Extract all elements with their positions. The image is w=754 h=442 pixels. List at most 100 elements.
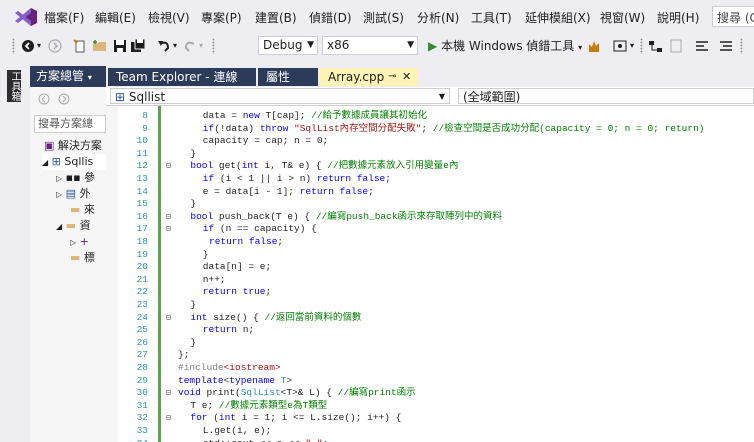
forward-icon[interactable] [58, 93, 70, 105]
code-line[interactable]: 31 T e; //數據元素類型e為T類型 [106, 400, 754, 412]
menu-analyze[interactable]: 分析(N) [417, 9, 459, 26]
code-line[interactable]: 13 if (i < 1 || i > n) return false; [106, 173, 754, 185]
dropdown-icon[interactable]: ▾ [630, 37, 634, 55]
code-line[interactable]: 15} [106, 198, 754, 210]
menu-edit[interactable]: 編輯(E) [95, 9, 136, 26]
toolbar-grip[interactable] [640, 38, 643, 54]
menu-debug[interactable]: 偵錯(D) [309, 9, 352, 26]
code-token: return false [299, 185, 369, 197]
code-line[interactable]: 33 L.get(i, e); [106, 425, 754, 437]
menu-extensions[interactable]: 延伸模組(X) [525, 9, 591, 26]
flame-icon[interactable] [586, 38, 602, 54]
code-token: " " [305, 438, 322, 442]
collapse-icon[interactable]: ⊟ [166, 412, 171, 424]
collapse-icon[interactable]: ⊟ [166, 211, 171, 223]
menu-view[interactable]: 檢視(V) [148, 9, 190, 26]
toolbox-tab[interactable]: 工具箱 [7, 70, 21, 102]
search-input[interactable]: 搜尋 (Ct [712, 6, 754, 27]
code-line[interactable]: 21 n++; [106, 274, 754, 286]
code-line[interactable]: 11} [106, 148, 754, 160]
line-number: 10 [136, 135, 148, 147]
new-item-icon[interactable] [72, 38, 88, 54]
undo-dropdown-icon[interactable]: ▾ [173, 37, 177, 55]
code-editor[interactable]: 8 data = new T[cap]; //給予數據成員讓其初始化 9 if(!da… [106, 106, 754, 442]
code-line[interactable]: 16 ⊟ bool push_back(T e) { //編寫push_back函示… [106, 211, 754, 223]
code-line[interactable]: 22 return true; [106, 286, 754, 298]
code-line[interactable]: 29 template<typename T> [106, 375, 754, 387]
open-folder-icon[interactable] [92, 38, 108, 54]
code-line[interactable]: 18 return false; [106, 236, 754, 248]
hierarchy-icon[interactable] [648, 38, 664, 54]
start-debugging-button[interactable]: ▶ 本機 Windows 偵錯工具 ▾ [428, 37, 582, 55]
collapse-icon[interactable]: ⊟ [166, 387, 171, 399]
code-text: template<typename T> [178, 375, 292, 387]
platform-dropdown[interactable]: x86 ▼ [322, 36, 418, 55]
code-line[interactable]: 27}; [106, 349, 754, 361]
tab-array-cpp[interactable]: Array.cpp ⊸ ✕ [320, 68, 418, 86]
code-line[interactable]: 34 std::cout << e << " "; [106, 438, 754, 442]
solution-explorer-title[interactable]: 方案總管 ▾ [30, 66, 106, 87]
code-line[interactable]: 10 capacity = cap; n = 0; [106, 135, 754, 147]
global-scope-dropdown[interactable]: (全域範圍) [458, 88, 754, 104]
back-icon[interactable] [38, 93, 50, 105]
back-dropdown-icon[interactable]: ▾ [37, 37, 41, 55]
redo-dropdown-icon[interactable]: ▾ [199, 37, 203, 55]
configuration-dropdown[interactable]: Debug ▼ [258, 36, 318, 55]
code-token: ; [368, 185, 374, 197]
toolbar-grip[interactable] [740, 38, 743, 54]
code-line[interactable]: 23} [106, 299, 754, 311]
save-icon[interactable] [112, 38, 128, 54]
code-token: }; [178, 349, 190, 361]
collapse-icon[interactable]: ⊟ [166, 223, 171, 235]
menu-file[interactable]: 檔案(F) [44, 9, 84, 26]
bookmark-icon[interactable] [668, 38, 684, 54]
solution-search-input[interactable]: 搜尋方案總 [34, 115, 106, 133]
code-line[interactable]: 12 ⊟ bool get(int i, T& e) { //把數據元素放入引用變量… [106, 160, 754, 172]
tab-properties[interactable]: 屬性 [258, 68, 318, 86]
uncomment-icon[interactable] [718, 38, 734, 54]
code-line[interactable]: 17 ⊟ if (n == capacity) { [106, 223, 754, 235]
code-line[interactable]: 26} [106, 337, 754, 349]
code-line[interactable]: 28 #include<iostream> [106, 362, 754, 374]
code-line[interactable]: 30 ⊟ void print(SqlList<T>& L) { //編寫print… [106, 387, 754, 399]
code-token: new [242, 110, 266, 121]
menu-project[interactable]: 專案(P) [201, 9, 242, 26]
code-line[interactable]: 8 data = new T[cap]; //給予數據成員讓其初始化 [106, 110, 754, 122]
pin-icon[interactable]: ⊸ [388, 68, 396, 86]
code-line[interactable]: 19} [106, 249, 754, 261]
code-line[interactable]: 25 return n; [106, 324, 754, 336]
code-token: T e; [190, 399, 219, 411]
collapse-icon[interactable]: ⊟ [166, 312, 171, 324]
project-icon: ⊞ [115, 90, 126, 104]
code-line[interactable]: 32 ⊟ for (int i = 1; i <= L.size(); i++) { [106, 412, 754, 424]
undo-icon[interactable] [156, 38, 172, 54]
redo-icon[interactable] [182, 38, 198, 54]
code-line[interactable]: 14 e = data[i - 1]; return false; [106, 186, 754, 198]
code-line[interactable]: 9 if(!data) throw "SqlList內存空間分配失敗"; //檢查… [106, 123, 754, 135]
close-icon[interactable]: ✕ [402, 68, 411, 86]
tab-team-explorer[interactable]: Team Explorer - 連線 [108, 68, 256, 86]
comment-icon[interactable] [694, 38, 710, 54]
collapse-icon[interactable]: ⊟ [166, 160, 171, 172]
line-number: 29 [136, 374, 148, 386]
tree-item-label: 解決方案 [57, 139, 102, 152]
code-token: > [286, 374, 293, 386]
menu-tools[interactable]: 工具(T) [471, 9, 512, 26]
save-all-icon[interactable] [130, 38, 146, 54]
menu-build[interactable]: 建置(B) [255, 9, 297, 26]
tree-item-label: 來 [83, 203, 95, 216]
toolbar-grip[interactable] [212, 38, 215, 54]
folder-icon: ▬ [70, 203, 81, 216]
code-line[interactable]: 20 data[n] = e; [106, 261, 754, 273]
forward-icon[interactable] [47, 38, 63, 54]
menu-test[interactable]: 測試(S) [363, 9, 404, 26]
back-icon[interactable] [20, 38, 36, 54]
menu-window[interactable]: 視窗(W) [600, 9, 645, 26]
project-scope-dropdown[interactable]: ⊞ Sqllist ▼ [110, 88, 450, 104]
toolbar-grip[interactable] [12, 38, 15, 54]
code-line[interactable]: 24 ⊟ int size() { //返回當前資料的個數 [106, 312, 754, 324]
code-token: //檢查空間是否成功分配(capacity = 0; n = 0; return… [432, 122, 705, 134]
code-token: if [202, 173, 220, 184]
window-icon[interactable] [612, 38, 628, 54]
menu-help[interactable]: 說明(H) [657, 9, 699, 26]
